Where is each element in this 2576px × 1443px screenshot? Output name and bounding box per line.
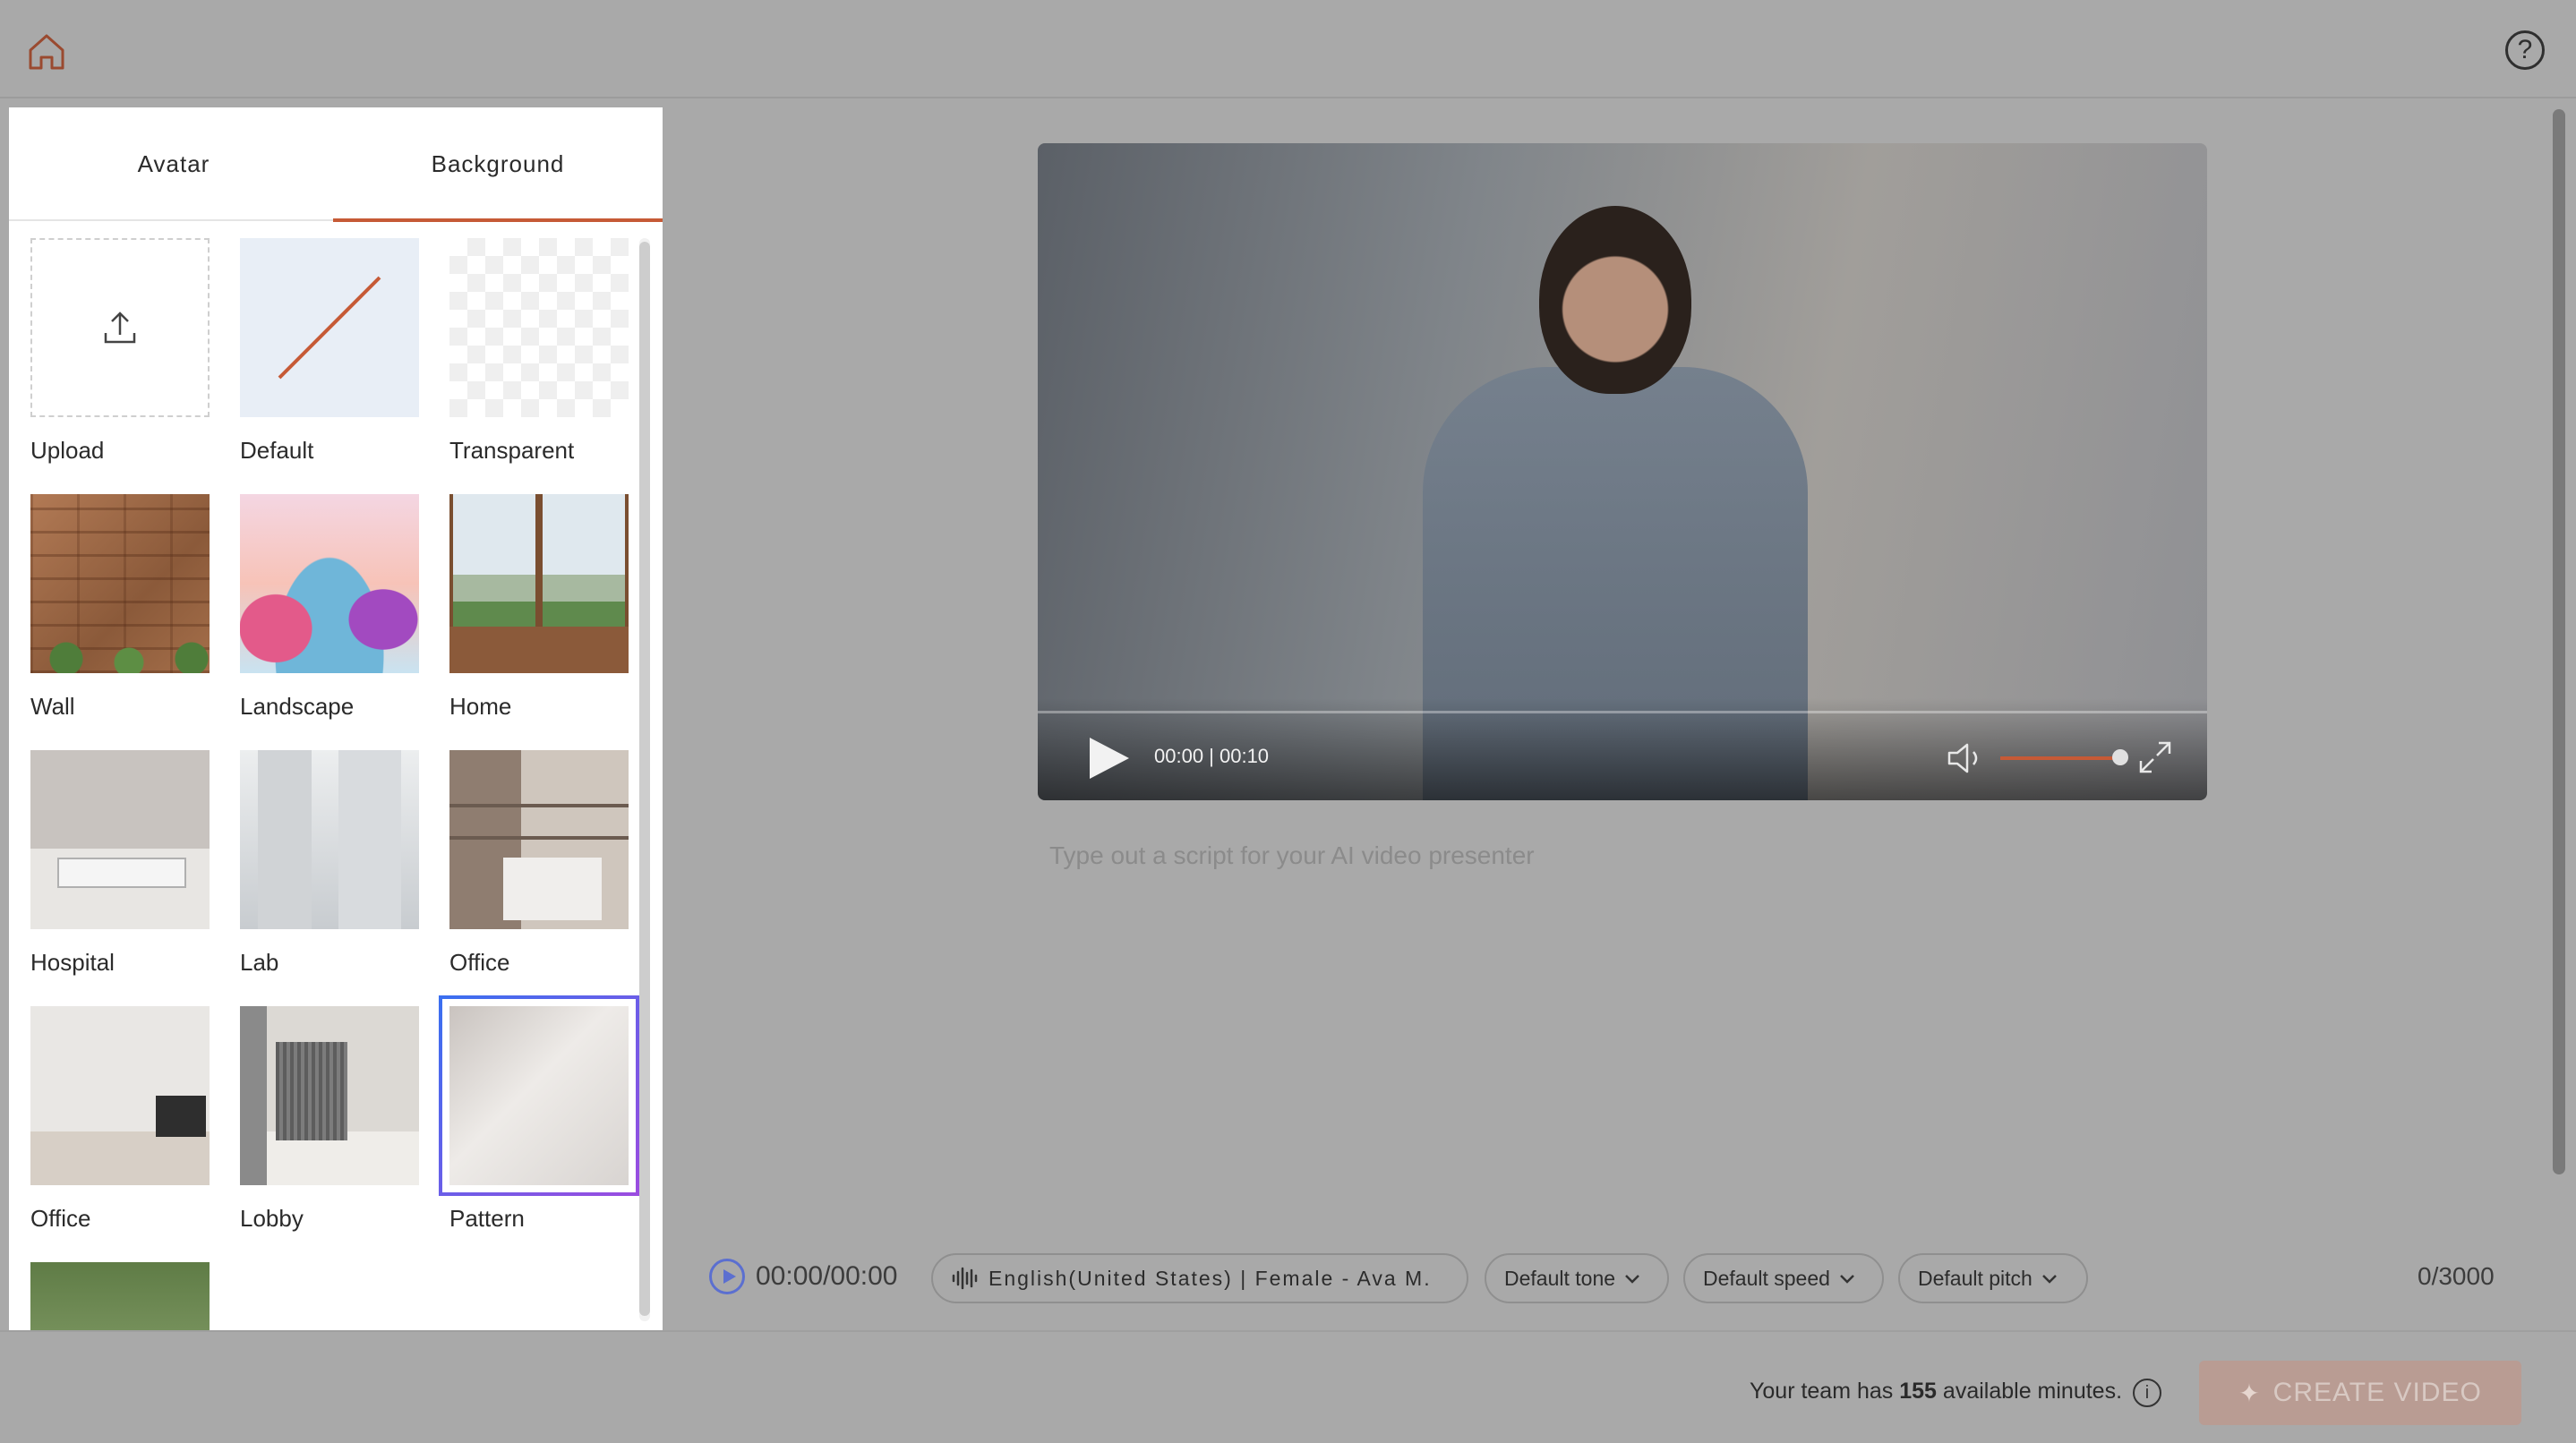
tile-label: Transparent <box>449 437 575 464</box>
minutes-value: 155 <box>1899 1379 1937 1404</box>
character-count: 0/3000 <box>2418 1262 2495 1290</box>
chevron-down-icon <box>2041 1275 2057 1284</box>
create-video-label: CREATE VIDEO <box>2272 1378 2482 1407</box>
panel-scrollbar[interactable] <box>639 242 650 1316</box>
chevron-down-icon <box>1840 1275 1854 1284</box>
pitch-label: Default pitch <box>1918 1266 2033 1290</box>
tile-label: Landscape <box>240 693 355 720</box>
tile-label: Office <box>30 1205 91 1232</box>
voice-label: English(United States) | Female - Ava M. <box>988 1266 1432 1290</box>
background-panel: Avatar Background Upload Default Transpa… <box>9 107 663 1330</box>
pattern-thumbnail <box>449 1006 629 1185</box>
presenter-head <box>1539 206 1691 394</box>
tile-label: Home <box>449 693 512 720</box>
app-window: ? Avatar Background Upload Default Trans… <box>0 0 2576 1443</box>
default-thumbnail <box>240 238 419 417</box>
tab-avatar[interactable]: Avatar <box>13 107 335 221</box>
chevron-down-icon <box>1625 1275 1639 1284</box>
background-tile-home[interactable]: Home <box>449 494 629 720</box>
background-tile-upload[interactable]: Upload <box>30 238 210 464</box>
lab-thumbnail <box>240 750 419 929</box>
background-tile-partial[interactable] <box>30 1262 210 1330</box>
available-minutes: Your team has 155 available minutes. <box>1750 1379 2122 1405</box>
tile-label: Office <box>449 949 510 976</box>
background-tile-lab[interactable]: Lab <box>240 750 419 976</box>
script-input[interactable] <box>1049 841 2204 1226</box>
landscape-thumbnail <box>240 494 419 673</box>
sparkle-icon: ✦ <box>2238 1379 2261 1407</box>
tile-label: Lab <box>240 949 279 976</box>
top-bar: ? <box>0 0 2576 98</box>
upload-thumbnail[interactable] <box>30 238 210 417</box>
tile-label: Pattern <box>449 1205 525 1232</box>
create-video-button[interactable]: ✦ CREATE VIDEO <box>2199 1361 2521 1425</box>
help-icon[interactable]: ? <box>2505 30 2545 70</box>
background-tile-pattern[interactable]: Pattern <box>439 995 639 1232</box>
play-circle-icon <box>709 1259 745 1294</box>
tab-background[interactable]: Background <box>333 107 663 221</box>
background-tile-lobby[interactable]: Lobby <box>240 1006 419 1232</box>
background-tile-office[interactable]: Office <box>449 750 629 976</box>
background-tile-wall[interactable]: Wall <box>30 494 210 720</box>
office-thumbnail <box>30 1006 210 1185</box>
upload-icon <box>104 312 136 344</box>
tile-label: Wall <box>30 693 75 720</box>
audio-preview-button[interactable]: 00:00/00:00 <box>709 1259 897 1294</box>
minutes-prefix: Your team has <box>1750 1379 1894 1404</box>
fullscreen-icon[interactable] <box>2135 738 2175 777</box>
background-tile-landscape[interactable]: Landscape <box>240 494 419 720</box>
panel-tabs: Avatar Background <box>9 107 663 222</box>
info-icon[interactable]: i <box>2133 1379 2161 1407</box>
video-player[interactable]: 00:00 | 00:10 <box>1038 143 2207 800</box>
background-tile-office-2[interactable]: Office <box>30 1006 210 1232</box>
home-icon[interactable] <box>25 30 68 73</box>
background-tile-hospital[interactable]: Hospital <box>30 750 210 976</box>
waveform-icon <box>952 1267 978 1290</box>
background-tile-default[interactable]: Default <box>240 238 419 464</box>
speed-label: Default speed <box>1703 1266 1830 1290</box>
home-thumbnail <box>449 494 629 673</box>
speed-dropdown[interactable]: Default speed <box>1683 1253 1884 1303</box>
footer-bar <box>0 1330 2576 1443</box>
video-time: 00:00 | 00:10 <box>1154 745 1270 767</box>
volume-icon[interactable] <box>1946 739 1987 777</box>
volume-slider[interactable] <box>2000 756 2113 760</box>
audio-preview-time: 00:00/00:00 <box>756 1261 898 1291</box>
background-tile-transparent[interactable]: Transparent <box>449 238 629 464</box>
hospital-thumbnail <box>30 750 210 929</box>
office-thumbnail <box>449 750 629 929</box>
wall-thumbnail <box>30 494 210 673</box>
active-tab-indicator <box>333 218 663 222</box>
play-icon[interactable] <box>1084 734 1133 782</box>
pitch-dropdown[interactable]: Default pitch <box>1898 1253 2088 1303</box>
voice-selector[interactable]: English(United States) | Female - Ava M. <box>931 1253 1468 1303</box>
green-thumbnail <box>30 1262 210 1330</box>
transparent-thumbnail <box>449 238 629 417</box>
main-scrollbar[interactable] <box>2553 109 2565 1174</box>
lobby-thumbnail <box>240 1006 419 1185</box>
minutes-suffix: available minutes. <box>1942 1379 2123 1404</box>
no-background-slash <box>278 276 381 380</box>
tile-label: Lobby <box>240 1205 304 1232</box>
tile-label: Upload <box>30 437 105 464</box>
tile-label: Default <box>240 437 314 464</box>
seek-bar[interactable] <box>1038 711 2207 713</box>
volume-slider-knob[interactable] <box>2112 749 2128 765</box>
tile-label: Hospital <box>30 949 115 976</box>
tone-dropdown[interactable]: Default tone <box>1485 1253 1669 1303</box>
tone-label: Default tone <box>1504 1266 1616 1290</box>
